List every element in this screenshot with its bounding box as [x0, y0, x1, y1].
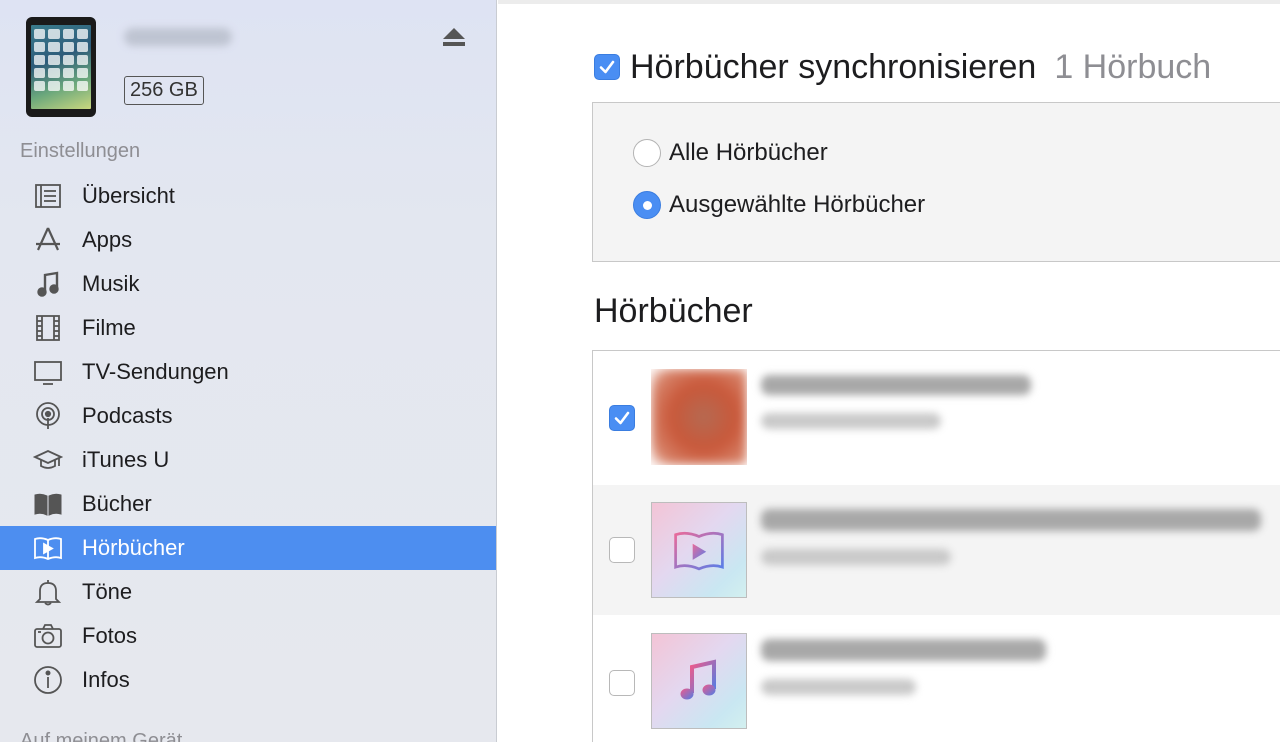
eject-icon[interactable]	[442, 28, 466, 50]
camera-icon	[32, 620, 64, 652]
audiobook-placeholder-icon	[674, 531, 724, 571]
sync-audiobooks-row: Hörbücher synchronisieren 1 Hörbuch	[594, 45, 1211, 89]
music-note-icon	[32, 268, 64, 300]
graduation-cap-icon	[32, 444, 64, 476]
audiobook-info-redacted	[761, 639, 1046, 695]
audiobooks-section-title: Hörbücher	[594, 292, 753, 330]
sidebar-item-movies[interactable]: Filme	[0, 306, 496, 350]
sidebar-item-label: Übersicht	[82, 183, 175, 208]
sync-options-panel: Alle Hörbücher Ausgewählte Hörbücher	[592, 102, 1280, 262]
sidebar-item-tv-shows[interactable]: TV-Sendungen	[0, 350, 496, 394]
sidebar-item-label: Hörbücher	[82, 535, 185, 560]
radio-label: Ausgewählte Hörbücher	[669, 191, 926, 218]
sidebar-item-label: iTunes U	[82, 447, 170, 472]
audiobook-checkbox[interactable]	[609, 405, 635, 431]
sync-audiobooks-label: Hörbücher synchronisieren	[630, 47, 1037, 86]
audiobook-artwork	[651, 369, 747, 465]
sidebar-item-label: Töne	[82, 579, 133, 604]
sidebar-nav: Übersicht Apps Musik Filme TV-Sendungen	[0, 174, 496, 702]
sidebar-item-overview[interactable]: Übersicht	[0, 174, 496, 218]
sidebar-item-label: Musik	[82, 271, 140, 296]
sidebar-item-label: Apps	[82, 227, 133, 252]
audiobook-icon	[32, 532, 64, 564]
list-item[interactable]	[593, 351, 1280, 485]
settings-section-header: Einstellungen	[20, 140, 141, 162]
music-note-placeholder-icon	[680, 659, 716, 700]
top-divider	[498, 0, 1280, 4]
sidebar-item-apps[interactable]: Apps	[0, 218, 496, 262]
list-item[interactable]	[593, 615, 1280, 742]
radio-button[interactable]	[633, 139, 661, 167]
sidebar-item-label: Infos	[82, 667, 130, 692]
checkmark-icon	[614, 411, 630, 425]
checkmark-icon	[599, 60, 615, 74]
audiobook-artwork	[651, 502, 747, 598]
sidebar-item-label: TV-Sendungen	[82, 359, 229, 384]
sidebar-item-audiobooks[interactable]: Hörbücher	[0, 526, 496, 570]
radio-selected-audiobooks[interactable]: Ausgewählte Hörbücher	[633, 191, 925, 219]
on-device-section-header: Auf meinem Gerät	[20, 730, 183, 742]
device-screen-image	[31, 25, 91, 109]
sidebar-item-label: Filme	[82, 315, 136, 340]
audiobook-artwork	[651, 633, 747, 729]
radio-label: Alle Hörbücher	[669, 139, 828, 166]
bell-icon	[32, 576, 64, 608]
radio-all-audiobooks[interactable]: Alle Hörbücher	[633, 139, 828, 167]
list-item[interactable]	[593, 485, 1280, 615]
device-name-redacted	[124, 28, 232, 46]
capacity-badge: 256 GB	[124, 76, 204, 105]
summary-list-icon	[32, 180, 64, 212]
main-content: Hörbücher synchronisieren 1 Hörbuch Alle…	[498, 0, 1280, 742]
sidebar: 256 GB Einstellungen Übersicht Apps Musi…	[0, 0, 497, 742]
info-icon	[32, 664, 64, 696]
sidebar-item-label: Fotos	[82, 623, 138, 648]
audiobook-count: 1 Hörbuch	[1054, 47, 1212, 86]
sidebar-item-tones[interactable]: Töne	[0, 570, 496, 614]
podcast-icon	[32, 400, 64, 432]
device-thumbnail[interactable]	[26, 17, 96, 117]
radio-button[interactable]	[633, 191, 661, 219]
sidebar-item-photos[interactable]: Fotos	[0, 614, 496, 658]
audiobook-list	[592, 350, 1280, 742]
sidebar-item-label: Bücher	[82, 491, 152, 516]
sidebar-item-info[interactable]: Infos	[0, 658, 496, 702]
sidebar-item-itunes-u[interactable]: iTunes U	[0, 438, 496, 482]
sidebar-item-label: Podcasts	[82, 403, 173, 428]
sidebar-item-podcasts[interactable]: Podcasts	[0, 394, 496, 438]
book-icon	[32, 488, 64, 520]
audiobook-info-redacted	[761, 509, 1261, 565]
audiobook-checkbox[interactable]	[609, 670, 635, 696]
sidebar-item-books[interactable]: Bücher	[0, 482, 496, 526]
sidebar-item-music[interactable]: Musik	[0, 262, 496, 306]
sync-audiobooks-checkbox[interactable]	[594, 54, 620, 80]
app-store-icon	[32, 224, 64, 256]
audiobook-info-redacted	[761, 375, 1031, 429]
film-strip-icon	[32, 312, 64, 344]
tv-icon	[32, 356, 64, 388]
audiobook-checkbox[interactable]	[609, 537, 635, 563]
